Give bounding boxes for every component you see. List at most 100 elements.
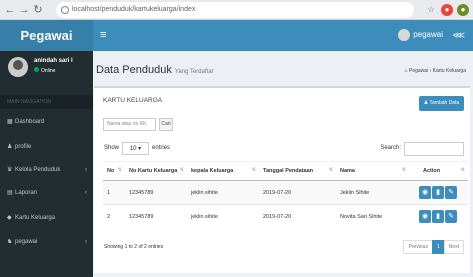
cell-no: 1 bbox=[103, 180, 125, 205]
browser-toolbar: ← → ↻ localhost/penduduk/kartukeluarga/i… bbox=[0, 0, 473, 20]
table-row: 2 12345789 jeklin sihite 2019-07-20 Novi… bbox=[103, 204, 468, 229]
breadcrumb: ⌂ Pegawai › Kartu Keluarga bbox=[405, 68, 466, 74]
trash-icon: ▮ bbox=[436, 189, 440, 196]
sidebar-item-label: profile bbox=[15, 144, 32, 150]
star-icon[interactable]: ☆ bbox=[425, 4, 437, 16]
col-header-nama[interactable]: Nama ⇅ bbox=[336, 161, 409, 181]
cell-no: 2 bbox=[103, 204, 125, 229]
profile-icon[interactable]: ● bbox=[457, 4, 469, 16]
table-search-label: Search: bbox=[380, 145, 401, 151]
user-plus-icon: ♟ bbox=[423, 100, 429, 106]
info-icon bbox=[61, 6, 69, 14]
chevron-left-icon: ‹ bbox=[85, 167, 87, 173]
address-bar[interactable]: localhost/penduduk/kartukeluarga/index bbox=[56, 2, 414, 18]
col-header-label: Nama bbox=[340, 168, 355, 174]
sort-icon: ⇅ bbox=[117, 167, 122, 173]
top-navbar: ≡ pegawai ⋘ bbox=[93, 20, 473, 51]
col-header-label: kepala Keluarga bbox=[191, 168, 234, 174]
search-button[interactable]: Cari bbox=[159, 118, 173, 131]
reload-icon[interactable]: ↻ bbox=[32, 3, 44, 17]
cell-kepala: jeklin sihite bbox=[187, 180, 259, 205]
online-status-label: Online bbox=[41, 68, 56, 74]
col-header-label: No bbox=[107, 168, 115, 174]
col-header-no-kk[interactable]: No Kartu Keluarga ⇅ bbox=[125, 161, 187, 181]
pagination-previous[interactable]: Previous bbox=[403, 240, 433, 254]
breadcrumb-item-kartu-keluarga: Kartu Keluarga bbox=[432, 68, 466, 74]
sort-icon: ⇅ bbox=[460, 167, 465, 173]
cell-actions: ◉ ▮ ✎ bbox=[409, 204, 468, 229]
kk-search-input[interactable]: Nama atau no KK bbox=[103, 118, 156, 131]
entries-select[interactable]: 10 ▾ bbox=[122, 142, 150, 155]
share-icon[interactable]: ⋘ bbox=[452, 28, 465, 42]
back-icon[interactable]: ← bbox=[4, 3, 16, 17]
view-button[interactable]: ◉ bbox=[419, 186, 431, 199]
online-dot-icon bbox=[34, 67, 39, 72]
extension-icon[interactable]: ● bbox=[441, 4, 453, 16]
cell-kepala: jeklin sihite bbox=[187, 204, 259, 229]
edit-button[interactable]: ✎ bbox=[445, 210, 457, 224]
user-menu-name: pegawai bbox=[413, 30, 443, 39]
sidebar-item-pegawai[interactable]: ♞ pegawai ‹ bbox=[0, 231, 93, 253]
sidebar-item-kelola-penduduk[interactable]: ♛ Kelola Penduduk ‹ bbox=[0, 159, 93, 181]
entries-value: 10 bbox=[129, 146, 137, 152]
cell-nama: Jeklin Sihite bbox=[336, 180, 409, 205]
menu-toggle-icon[interactable]: ≡ bbox=[100, 29, 106, 41]
table-info: Showing 1 to 2 of 2 entries bbox=[104, 244, 164, 250]
pagination: Previous 1 Next bbox=[403, 240, 464, 254]
sidebar-item-profile[interactable]: ♟ profile bbox=[0, 136, 93, 158]
chevron-left-icon: ‹ bbox=[85, 239, 87, 245]
breadcrumb-separator: › bbox=[429, 68, 432, 74]
col-header-tanggal[interactable]: Tanggal Pendataan ⇅ bbox=[259, 161, 336, 181]
family-card-icon: ◆ bbox=[7, 215, 12, 221]
sidebar-item-kartu-keluarga[interactable]: ◆ Kartu Keluarga bbox=[0, 207, 93, 229]
pencil-icon: ✎ bbox=[448, 189, 454, 196]
edit-button[interactable]: ✎ bbox=[445, 186, 457, 199]
sidebar: anindah sari l Online MAIN NAVIGATION ▦ D… bbox=[0, 51, 93, 277]
address-url: localhost/penduduk/kartukeluarga/index bbox=[72, 6, 196, 13]
table-search: Search: bbox=[380, 142, 464, 156]
box-title: KARTU KELUARGA bbox=[103, 97, 163, 104]
col-header-action[interactable]: Action ⇅ bbox=[409, 161, 468, 181]
forward-icon[interactable]: → bbox=[18, 3, 30, 17]
sidebar-user-name: anindah sari l bbox=[34, 58, 73, 64]
sidebar-item-label: Kelola Penduduk bbox=[15, 167, 61, 173]
add-data-button[interactable]: ♟ Tambah Data bbox=[419, 96, 464, 111]
sidebar-item-dashboard[interactable]: ▦ Dashboard bbox=[0, 111, 93, 133]
chevron-left-icon: ‹ bbox=[85, 190, 87, 196]
col-header-label: No Kartu Keluarga bbox=[129, 168, 178, 174]
add-data-label: Tambah Data bbox=[429, 100, 460, 106]
cell-kk: 12345789 bbox=[125, 180, 187, 205]
sort-icon: ⇅ bbox=[179, 167, 184, 173]
report-icon: ▤ bbox=[7, 190, 13, 196]
sidebar-item-label: Laporan bbox=[15, 190, 38, 196]
col-header-label: Tanggal Pendataan bbox=[263, 168, 314, 174]
sort-icon: ⇅ bbox=[251, 167, 256, 173]
table-search-input[interactable] bbox=[404, 142, 464, 156]
col-header-kepala[interactable]: kepala Keluarga ⇅ bbox=[187, 161, 259, 181]
trash-icon: ▮ bbox=[436, 213, 440, 221]
sidebar-item-laporan[interactable]: ▤ Laporan ‹ bbox=[0, 182, 93, 204]
delete-button[interactable]: ▮ bbox=[432, 186, 444, 199]
sidebar-user-panel: anindah sari l Online bbox=[0, 51, 93, 89]
group-icon: ♞ bbox=[7, 239, 13, 245]
brand-logo[interactable]: Pegawai bbox=[0, 20, 93, 51]
kk-box: KARTU KELUARGA ♟ Tambah Data Nama atau n… bbox=[94, 86, 470, 273]
pencil-icon: ✎ bbox=[448, 213, 454, 221]
home-icon: ⌂ bbox=[404, 68, 408, 74]
eye-icon: ◉ bbox=[421, 213, 429, 221]
delete-button[interactable]: ▮ bbox=[432, 210, 444, 224]
entries-length: Show 10 ▾ entries bbox=[104, 142, 170, 155]
view-button[interactable]: ◉ bbox=[419, 210, 431, 224]
pagination-next[interactable]: Next bbox=[443, 240, 464, 254]
avatar bbox=[398, 28, 411, 41]
online-status: Online bbox=[34, 67, 55, 74]
page-title-text: Data Penduduk bbox=[96, 64, 172, 76]
col-header-no[interactable]: No ⇅ bbox=[103, 161, 125, 181]
user-menu[interactable]: pegawai bbox=[398, 28, 443, 42]
breadcrumb-item-pegawai[interactable]: Pegawai bbox=[409, 68, 428, 74]
dashboard-icon: ▦ bbox=[7, 119, 13, 125]
kk-table: No ⇅ No Kartu Keluarga ⇅ kepala Keluarga ⇅ … bbox=[103, 161, 468, 229]
entries-label: entries bbox=[152, 145, 171, 151]
cell-tanggal: 2019-07-20 bbox=[259, 204, 336, 229]
main-content: Data Penduduk Yang Terdaftar ⌂ Pegawai › … bbox=[93, 51, 473, 277]
